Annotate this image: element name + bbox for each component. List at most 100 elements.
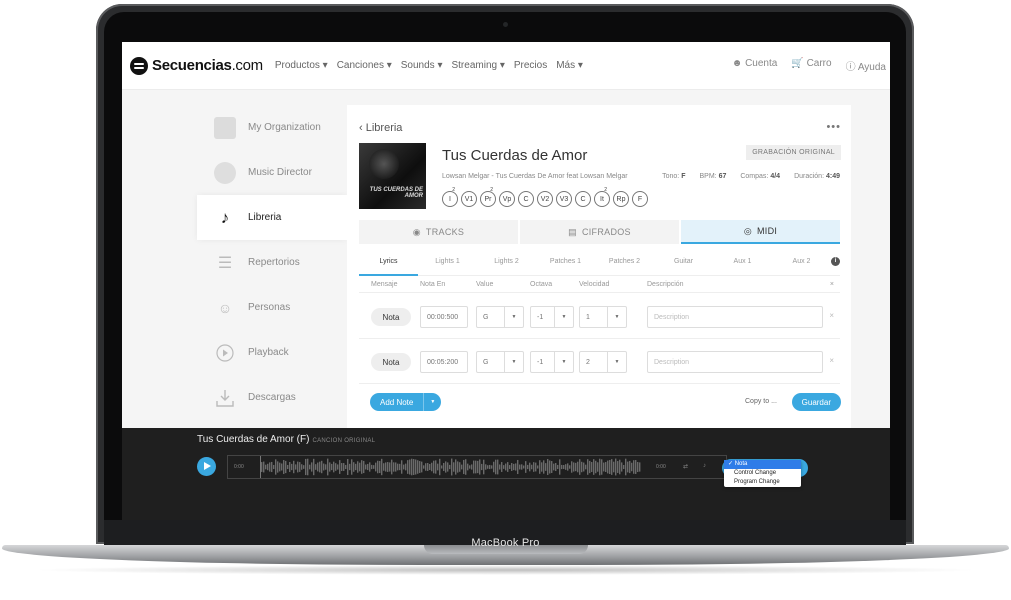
waveform-bar bbox=[461, 464, 463, 470]
more-options-icon[interactable]: ••• bbox=[826, 121, 841, 133]
loop-icon[interactable]: ⇄ bbox=[683, 463, 688, 470]
section-chip[interactable]: F bbox=[632, 191, 648, 207]
waveform-bar bbox=[297, 461, 299, 473]
waveform-bar bbox=[267, 463, 269, 471]
sidebar-item-repertorios[interactable]: ☰ Repertorios bbox=[197, 240, 347, 285]
section-chip[interactable]: Pr 2 bbox=[480, 187, 496, 207]
description-field[interactable]: Description bbox=[647, 351, 823, 373]
tab-tracks[interactable]: ◉ TRACKS bbox=[359, 220, 518, 244]
logo[interactable]: Secuencias.com bbox=[130, 56, 263, 75]
waveform-bar bbox=[547, 458, 549, 476]
delete-row-icon[interactable]: × bbox=[829, 311, 834, 320]
camera-icon bbox=[503, 22, 508, 27]
waveform[interactable]: 0:00 0:00 ⇄ ♪ bbox=[227, 455, 727, 479]
waveform-bar bbox=[431, 462, 433, 472]
waveform-bar bbox=[293, 460, 295, 474]
waveform-bar bbox=[589, 460, 591, 474]
copy-to-button[interactable]: Copy to ... bbox=[745, 398, 777, 405]
waveform-bar bbox=[425, 463, 427, 471]
sidebar-item-descargas[interactable]: Descargas bbox=[197, 375, 347, 420]
subtab-patches-1[interactable]: Patches 1 bbox=[536, 258, 595, 275]
close-columns-icon[interactable]: × bbox=[830, 281, 834, 288]
play-button[interactable] bbox=[197, 457, 216, 476]
subtab-patches-2[interactable]: Patches 2 bbox=[595, 258, 654, 275]
value-select[interactable]: G ▼ bbox=[476, 306, 524, 328]
info-icon[interactable]: i bbox=[831, 257, 840, 266]
section-chip[interactable]: Rp bbox=[613, 191, 629, 207]
time-field[interactable]: 00:00:500 bbox=[420, 306, 468, 328]
section-chip[interactable]: Vp bbox=[499, 191, 515, 207]
octave-select[interactable]: -1 ▼ bbox=[530, 306, 574, 328]
value-select[interactable]: G ▼ bbox=[476, 351, 524, 373]
waveform-bar bbox=[419, 461, 421, 473]
waveform-bar bbox=[263, 461, 265, 473]
waveform-bar bbox=[275, 459, 277, 475]
velocity-select[interactable]: 1 ▼ bbox=[579, 306, 627, 328]
waveform-bar bbox=[537, 465, 539, 469]
nav-canciones[interactable]: Canciones ▾ bbox=[337, 60, 392, 71]
section-chip[interactable]: C bbox=[575, 191, 591, 207]
sidebar-item-music-director[interactable]: Music Director bbox=[197, 150, 347, 195]
waveform-bar bbox=[601, 459, 603, 475]
message-type-button[interactable]: Nota bbox=[371, 308, 411, 326]
waveform-bar bbox=[279, 462, 281, 472]
waveform-bars[interactable] bbox=[260, 456, 645, 478]
nav-productos[interactable]: Productos ▾ bbox=[275, 60, 328, 71]
version-badge: GRABACIÓN ORIGINAL bbox=[746, 145, 841, 160]
velocity-select[interactable]: 2 ▼ bbox=[579, 351, 627, 373]
waveform-bar bbox=[449, 464, 451, 470]
section-chip[interactable]: V1 bbox=[461, 191, 477, 207]
section-chip[interactable]: C bbox=[518, 191, 534, 207]
tab-cifrados[interactable]: ▤ CIFRADOS bbox=[520, 220, 679, 244]
subtab-guitar[interactable]: Guitar bbox=[654, 258, 713, 275]
main-menu: Productos ▾ Canciones ▾ Sounds ▾ Streami… bbox=[275, 60, 592, 71]
nav-streaming[interactable]: Streaming ▾ bbox=[451, 60, 504, 71]
time-field[interactable]: 00:05:200 bbox=[420, 351, 468, 373]
back-link[interactable]: ‹ Libreria bbox=[359, 122, 402, 134]
nav-sounds[interactable]: Sounds ▾ bbox=[401, 60, 443, 71]
section-chip[interactable]: It 2 bbox=[594, 187, 610, 207]
subtab-aux-1[interactable]: Aux 1 bbox=[713, 258, 772, 275]
chevron-down-icon: ▼ bbox=[607, 352, 626, 372]
carro-link[interactable]: 🛒 Carro bbox=[791, 58, 831, 73]
delete-row-icon[interactable]: × bbox=[829, 356, 834, 365]
chevron-down-icon[interactable]: ▼ bbox=[423, 393, 442, 411]
waveform-bar bbox=[619, 459, 621, 475]
section-chip[interactable]: V3 bbox=[556, 191, 572, 207]
subtab-lights-1[interactable]: Lights 1 bbox=[418, 258, 477, 275]
section-chip[interactable]: V2 bbox=[537, 191, 553, 207]
ayuda-link[interactable]: ⓘ Ayuda bbox=[846, 58, 886, 73]
volume-icon[interactable]: ♪ bbox=[703, 463, 706, 469]
tab-midi[interactable]: ◎ MIDI bbox=[681, 220, 840, 244]
waveform-bar bbox=[333, 461, 335, 473]
cart-icon: 🛒 bbox=[791, 58, 804, 69]
waveform-bar bbox=[561, 464, 563, 470]
waveform-bar bbox=[493, 461, 495, 473]
cuenta-link[interactable]: ☻ Cuenta bbox=[732, 58, 778, 73]
waveform-bar bbox=[591, 462, 593, 472]
sidebar-item-playback[interactable]: Playback bbox=[197, 330, 347, 375]
octave-select[interactable]: -1 ▼ bbox=[530, 351, 574, 373]
chevron-down-icon: ▼ bbox=[504, 352, 523, 372]
menu-item-nota[interactable]: ✓ Nota bbox=[724, 460, 801, 469]
waveform-bar bbox=[363, 460, 365, 474]
song-subtitle: Lowsan Melgar - Tus Cuerdas De Amor feat… bbox=[442, 173, 628, 180]
menu-item-control-change[interactable]: Control Change bbox=[724, 469, 801, 478]
nav-precios[interactable]: Precios bbox=[514, 60, 547, 71]
section-chip[interactable]: I2 bbox=[442, 187, 458, 207]
sidebar-item-personas[interactable]: ☺ Personas bbox=[197, 285, 347, 330]
waveform-bar bbox=[593, 459, 595, 475]
save-button[interactable]: Guardar bbox=[791, 393, 841, 411]
nav-mas[interactable]: Más ▾ bbox=[556, 60, 583, 71]
description-field[interactable]: Description bbox=[647, 306, 823, 328]
sidebar-item-libreria[interactable]: ♪ Libreria bbox=[197, 195, 347, 240]
add-note-button[interactable]: Add Note bbox=[370, 393, 424, 411]
subtab-lights-2[interactable]: Lights 2 bbox=[477, 258, 536, 275]
message-type-button[interactable]: Nota bbox=[371, 353, 411, 371]
sidebar-item-my-organization[interactable]: My Organization bbox=[197, 105, 347, 150]
menu-item-program-change[interactable]: Program Change bbox=[724, 478, 801, 487]
subtab-aux-2[interactable]: Aux 2 bbox=[772, 258, 831, 275]
subtab-lyrics[interactable]: Lyrics bbox=[359, 258, 418, 276]
waveform-bar bbox=[595, 460, 597, 474]
waveform-bar bbox=[361, 460, 363, 474]
